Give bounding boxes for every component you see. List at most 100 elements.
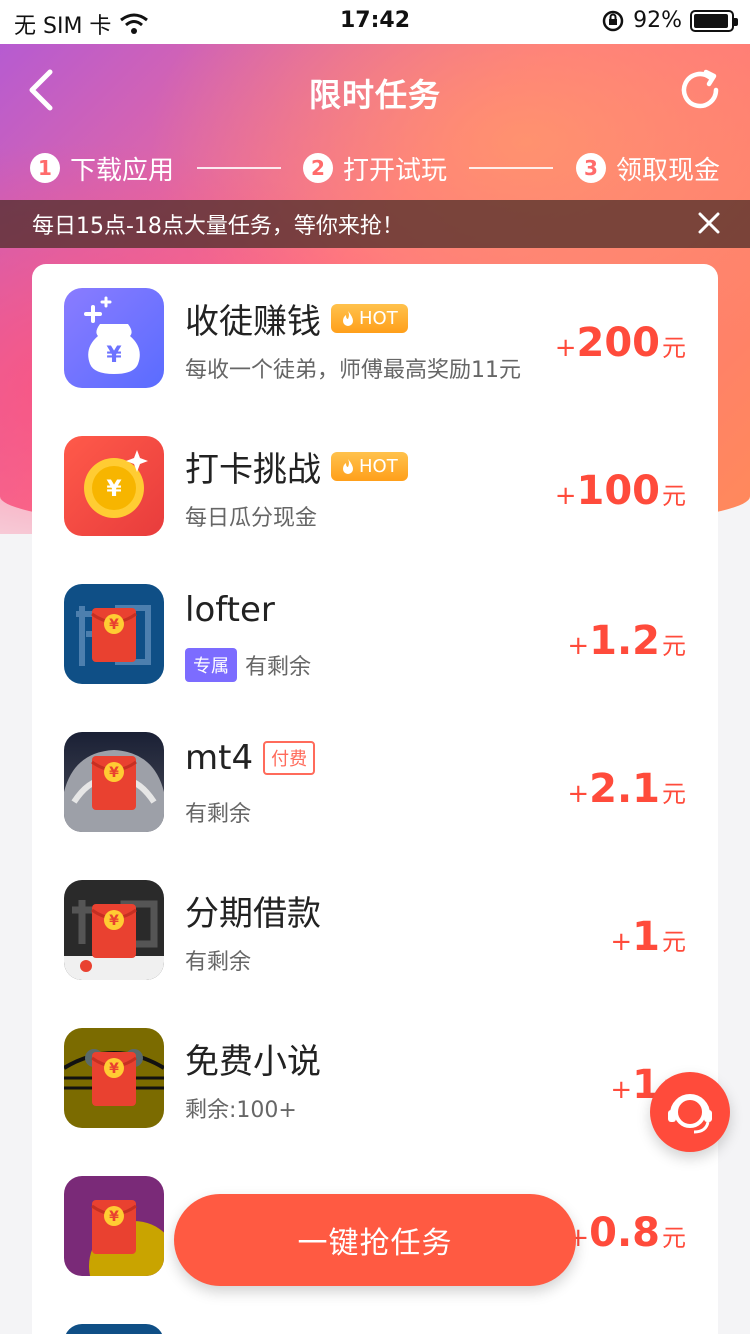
task-desc-row: 剩余:100+ bbox=[185, 1092, 297, 1124]
grab-tasks-label: 一键抢任务 bbox=[297, 1226, 453, 1261]
step-1: 1 下载应用 bbox=[30, 150, 174, 187]
hot-badge: HOT bbox=[331, 304, 408, 333]
reward-plus: + bbox=[567, 631, 590, 661]
app-icon-partial bbox=[64, 1324, 164, 1334]
reward-amount: 1.2 bbox=[589, 618, 660, 664]
status-bar: 无 SIM 卡 17:42 92% bbox=[0, 0, 750, 44]
customer-service-button[interactable] bbox=[650, 1072, 730, 1152]
close-icon[interactable] bbox=[698, 212, 720, 234]
step-label: 领取现金 bbox=[615, 155, 720, 186]
task-item-mt4[interactable]: ¥ mt4 付费 有剩余 + 2.1 元 bbox=[32, 708, 718, 856]
reward-plus: + bbox=[610, 1075, 633, 1105]
task-desc-row: 每收一个徒弟，师傅最高奖励11元 bbox=[185, 352, 521, 384]
task-reward: + 0.8 元 bbox=[567, 1210, 686, 1256]
task-desc: 每日瓜分现金 bbox=[185, 506, 318, 531]
task-reward: + 200 元 bbox=[555, 320, 686, 366]
task-name-row: mt4 付费 bbox=[185, 738, 316, 778]
coin-icon: ¥ bbox=[64, 436, 164, 536]
battery-icon bbox=[690, 9, 738, 32]
reward-plus: + bbox=[554, 333, 577, 363]
reward-amount: 200 bbox=[576, 320, 661, 366]
app-icon-video: ¥ bbox=[64, 1176, 164, 1276]
task-desc: 剩余:100+ bbox=[185, 1098, 297, 1123]
task-desc-row: 有剩余 bbox=[185, 944, 251, 976]
task-item-free-novel[interactable]: ¥ 免费小说 剩余:100+ + 1 元 bbox=[32, 1004, 718, 1152]
task-name-row: lofter bbox=[185, 590, 275, 630]
task-desc-row: 专属 有剩余 bbox=[185, 648, 311, 682]
task-item-checkin[interactable]: ¥ 打卡挑战 HOT 每日瓜分现金 + 100 元 bbox=[32, 412, 718, 560]
task-item-recruit[interactable]: ¥ 收徒赚钱 HOT 每收一个徒弟，师傅最高奖励11元 + 200 元 bbox=[32, 264, 718, 412]
task-desc-row: 有剩余 bbox=[185, 796, 251, 828]
step-3: 3 领取现金 bbox=[575, 150, 720, 187]
svg-text:¥: ¥ bbox=[109, 1209, 119, 1225]
reward-unit: 元 bbox=[662, 928, 686, 956]
reward-unit: 元 bbox=[662, 632, 686, 660]
task-name-row: 免费小说 bbox=[185, 1034, 321, 1083]
headset-icon bbox=[668, 1094, 712, 1134]
task-name: 打卡挑战 bbox=[185, 450, 321, 490]
svg-text:¥: ¥ bbox=[109, 913, 119, 929]
notice-text: 每日15点-18点大量任务，等你来抢！ bbox=[32, 214, 404, 239]
step-number: 1 bbox=[30, 153, 60, 183]
page-title: 限时任务 bbox=[308, 76, 441, 114]
reward-unit: 元 bbox=[662, 482, 686, 510]
task-item-lofter[interactable]: ¥ lofter 专属 有剩余 + 1.2 元 bbox=[32, 560, 718, 708]
step-divider bbox=[469, 167, 554, 169]
steps-bar: 1 下载应用 2 打开试玩 3 领取现金 bbox=[30, 148, 720, 188]
battery-fill bbox=[694, 13, 728, 28]
task-reward: + 1.2 元 bbox=[567, 618, 686, 664]
task-name: 收徒赚钱 bbox=[185, 302, 321, 342]
hot-badge: HOT bbox=[331, 452, 408, 481]
reward-unit: 元 bbox=[662, 780, 686, 808]
reward-amount: 0.8 bbox=[589, 1210, 660, 1256]
task-desc-row: 每日瓜分现金 bbox=[185, 500, 317, 532]
task-name-row: 收徒赚钱 HOT bbox=[185, 294, 408, 343]
task-name-row: 打卡挑战 HOT bbox=[185, 442, 408, 491]
svg-text:¥: ¥ bbox=[109, 765, 119, 781]
status-right: 92% bbox=[601, 8, 738, 33]
flame-icon bbox=[343, 458, 353, 474]
reward-amount: 1 bbox=[632, 914, 660, 960]
task-name: lofter bbox=[185, 590, 275, 630]
step-2: 2 打开试玩 bbox=[302, 150, 447, 187]
task-reward: + 100 元 bbox=[555, 468, 686, 514]
task-reward: + 2.1 元 bbox=[567, 766, 686, 812]
money-bag-icon: ¥ bbox=[64, 288, 164, 388]
task-name: mt4 bbox=[185, 738, 254, 778]
task-desc: 有剩余 bbox=[185, 950, 252, 975]
reward-unit: 元 bbox=[662, 334, 686, 362]
hot-label: HOT bbox=[359, 308, 398, 329]
task-item-installment-loan[interactable]: ¥ 分期借款 有剩余 + 1 元 bbox=[32, 856, 718, 1004]
app-icon-mt4: ¥ bbox=[64, 732, 164, 832]
svg-text:¥: ¥ bbox=[106, 477, 122, 502]
step-number: 3 bbox=[575, 153, 606, 183]
reward-amount: 100 bbox=[576, 468, 661, 514]
reward-plus: + bbox=[610, 927, 633, 957]
task-name-row: 分期借款 bbox=[185, 886, 321, 935]
hot-label: HOT bbox=[359, 456, 398, 477]
app-icon-novel: ¥ bbox=[64, 1028, 164, 1128]
step-label: 打开试玩 bbox=[342, 155, 447, 186]
svg-text:¥: ¥ bbox=[109, 617, 119, 633]
task-list: ¥ 收徒赚钱 HOT 每收一个徒弟，师傅最高奖励11元 + 200 元 ¥ 打卡… bbox=[32, 264, 718, 1334]
refresh-icon[interactable] bbox=[676, 66, 724, 114]
step-label: 下载应用 bbox=[70, 155, 175, 186]
step-number: 2 bbox=[302, 153, 333, 183]
app-icon-installment: ¥ bbox=[64, 880, 164, 980]
task-reward: + 1 元 bbox=[610, 914, 686, 960]
reward-amount: 2.1 bbox=[589, 766, 660, 812]
reward-plus: + bbox=[554, 481, 577, 511]
notice-banner: 每日15点-18点大量任务，等你来抢！ bbox=[0, 200, 750, 248]
task-desc: 有剩余 bbox=[245, 655, 312, 680]
exclusive-badge: 专属 bbox=[185, 648, 237, 682]
nav-bar: 限时任务 bbox=[0, 44, 750, 136]
task-desc: 每收一个徒弟，师傅最高奖励11元 bbox=[185, 358, 521, 383]
grab-tasks-button[interactable]: 一键抢任务 bbox=[174, 1194, 576, 1286]
app-icon-lofter: ¥ bbox=[64, 584, 164, 684]
task-name: 分期借款 bbox=[185, 894, 321, 934]
reward-plus: + bbox=[567, 779, 590, 809]
step-divider bbox=[196, 167, 281, 169]
task-desc: 有剩余 bbox=[185, 802, 252, 827]
reward-unit: 元 bbox=[662, 1224, 686, 1252]
svg-text:¥: ¥ bbox=[109, 1061, 119, 1077]
